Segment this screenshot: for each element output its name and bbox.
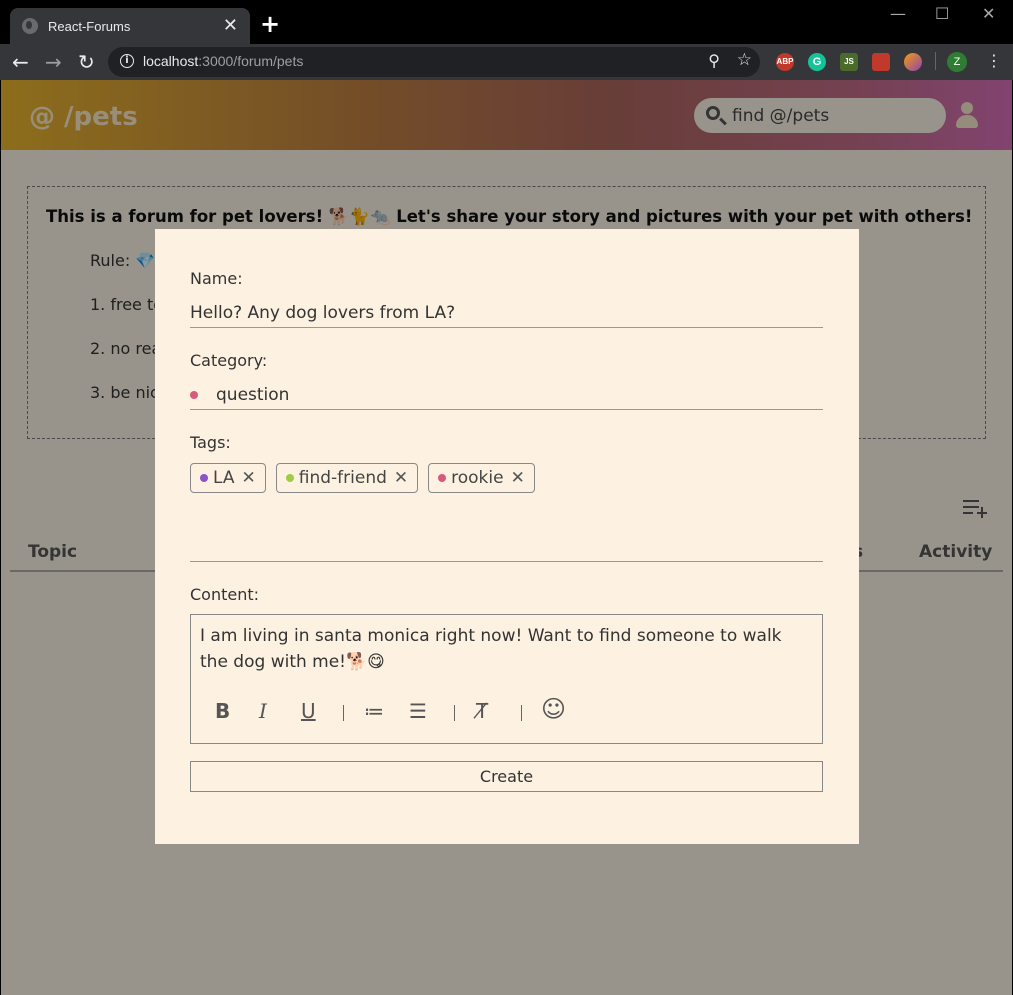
adblock-extension-icon[interactable]: ABP xyxy=(776,53,794,71)
site-info-icon[interactable]: i xyxy=(120,54,134,68)
minimize-icon[interactable]: — xyxy=(890,4,906,23)
name-field[interactable]: Hello? Any dog lovers from LA? xyxy=(190,303,455,323)
page: @ /pets find @/pets This is a forum for … xyxy=(1,80,1012,995)
tab-title: React-Forums xyxy=(48,18,131,34)
tag-color-dot xyxy=(200,474,208,482)
tag-chip[interactable]: LA ✕ xyxy=(190,463,266,493)
remove-tag-icon[interactable]: ✕ xyxy=(242,468,256,488)
nodejs-extension-icon[interactable]: JS xyxy=(840,53,858,71)
category-field-underline xyxy=(190,409,823,410)
tag-label: LA xyxy=(213,468,235,488)
toolbar-divider xyxy=(521,705,522,721)
tag-color-dot xyxy=(438,474,447,482)
category-color-dot xyxy=(190,391,198,399)
grammarly-extension-icon[interactable]: G xyxy=(808,53,826,71)
create-button[interactable]: Create xyxy=(190,761,823,792)
bold-button[interactable]: B xyxy=(215,699,230,723)
tag-chip[interactable]: rookie ✕ xyxy=(428,463,535,493)
browser-tab[interactable]: React-Forums ✕ xyxy=(10,8,250,44)
clear-format-button[interactable]: T̸ xyxy=(476,699,488,723)
toolbar-divider xyxy=(343,705,344,721)
reload-icon[interactable]: ↻ xyxy=(78,50,95,74)
ordered-list-button[interactable]: ≔ xyxy=(364,699,384,723)
globe-icon xyxy=(22,18,38,34)
new-topic-modal: Name: Hello? Any dog lovers from LA? Cat… xyxy=(155,229,859,844)
bookmark-star-icon[interactable]: ☆ xyxy=(737,50,752,70)
tag-label: find-friend xyxy=(298,468,387,488)
category-select[interactable]: question xyxy=(216,385,289,405)
tag-label: rookie xyxy=(451,468,504,488)
tab-close-icon[interactable]: ✕ xyxy=(223,17,238,35)
url-text: localhost:3000/forum/pets xyxy=(143,53,304,69)
tag-color-dot xyxy=(285,474,294,482)
toolbar-divider xyxy=(454,705,455,721)
name-field-underline xyxy=(190,327,823,328)
maximize-icon[interactable]: ☐ xyxy=(935,4,949,23)
browser-tabbar: React-Forums ✕ + — ☐ ✕ xyxy=(0,0,1013,44)
italic-button[interactable]: I xyxy=(259,699,267,723)
dark-mode-extension-icon[interactable] xyxy=(904,53,922,71)
bullet-list-button[interactable]: ☰ xyxy=(409,699,427,723)
content-text[interactable]: I am living in santa monica right now! W… xyxy=(200,623,810,675)
emoji-button[interactable]: ☺ xyxy=(541,695,566,723)
zoom-icon[interactable]: ⚲ xyxy=(708,51,720,70)
window-close-icon[interactable]: ✕ xyxy=(982,4,995,23)
category-label: Category: xyxy=(190,351,268,370)
back-icon[interactable]: ← xyxy=(12,50,29,74)
menu-icon[interactable]: ⋮ xyxy=(986,52,1002,70)
address-bar[interactable]: i localhost:3000/forum/pets ⚲ ☆ xyxy=(108,47,760,77)
new-tab-button[interactable]: + xyxy=(260,12,280,36)
react-devtools-extension-icon[interactable] xyxy=(872,53,890,71)
content-label: Content: xyxy=(190,585,260,604)
toolbar-divider xyxy=(935,52,936,70)
forward-icon[interactable]: → xyxy=(45,50,62,74)
browser-toolbar: ← → ↻ i localhost:3000/forum/pets ⚲ ☆ AB… xyxy=(0,44,1013,80)
tag-chip[interactable]: find-friend ✕ xyxy=(275,463,419,493)
remove-tag-icon[interactable]: ✕ xyxy=(394,468,408,488)
content-editor[interactable]: I am living in santa monica right now! W… xyxy=(190,614,823,744)
profile-avatar[interactable]: Z xyxy=(947,52,967,72)
underline-button[interactable]: U xyxy=(301,699,316,723)
tags-input[interactable]: LA ✕ find-friend ✕ rookie ✕ xyxy=(190,463,545,493)
name-label: Name: xyxy=(190,269,243,288)
remove-tag-icon[interactable]: ✕ xyxy=(511,468,525,488)
tags-label: Tags: xyxy=(190,433,231,452)
tags-field-underline xyxy=(190,561,823,562)
